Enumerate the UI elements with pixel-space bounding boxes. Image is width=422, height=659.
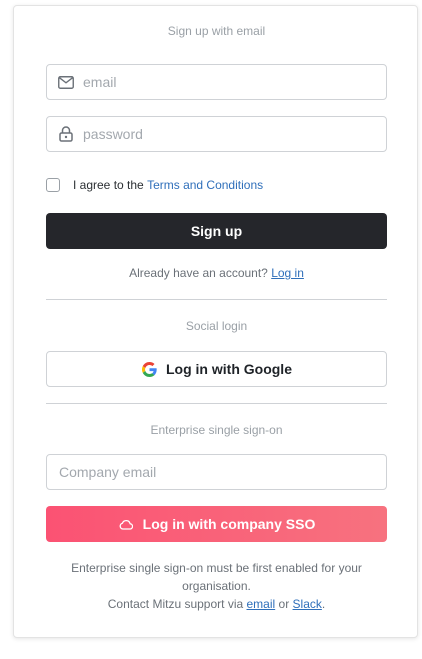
cloud-icon <box>118 516 134 532</box>
sso-login-button[interactable]: Log in with company SSO <box>46 506 387 542</box>
divider-2 <box>46 403 387 404</box>
company-email-input[interactable] <box>59 455 386 489</box>
password-input[interactable] <box>83 117 386 151</box>
email-field[interactable] <box>46 64 387 100</box>
email-input[interactable] <box>83 65 386 99</box>
contact-prefix: Contact Mitzu support via <box>107 597 247 611</box>
contact-or: or <box>275 597 293 611</box>
slack-support-link[interactable]: Slack <box>293 597 322 611</box>
password-field[interactable] <box>46 116 387 152</box>
terms-link[interactable]: Terms and Conditions <box>147 178 263 192</box>
terms-row: I agree to the Terms and Conditions <box>46 176 263 194</box>
signup-heading: Sign up with email <box>167 24 266 38</box>
google-button-label: Log in with Google <box>166 361 292 377</box>
already-text: Already have an account? <box>129 266 272 280</box>
already-have-account: Already have an account? Log in <box>46 266 387 280</box>
google-icon <box>141 361 157 377</box>
google-login-button[interactable]: Log in with Google <box>46 351 387 387</box>
sso-note: Enterprise single sign-on must be first … <box>54 559 379 613</box>
divider-1 <box>46 299 387 300</box>
email-support-link[interactable]: email <box>247 597 276 611</box>
company-email-field[interactable] <box>46 454 387 490</box>
terms-prefix: I agree to the <box>73 178 148 192</box>
signup-button[interactable]: Sign up <box>46 213 387 249</box>
sso-note-contact: Contact Mitzu support via email or Slack… <box>54 595 379 613</box>
mail-icon <box>57 73 75 91</box>
sso-button-label: Log in with company SSO <box>142 516 316 532</box>
contact-period: . <box>321 597 326 611</box>
terms-checkbox[interactable] <box>46 178 60 192</box>
enterprise-heading: Enterprise single sign-on <box>150 423 283 437</box>
signup-card: Sign up with email I agree to the Terms … <box>13 5 418 638</box>
sso-note-line1: Enterprise single sign-on must be first … <box>71 561 362 593</box>
social-heading: Social login <box>185 319 248 333</box>
lock-icon <box>57 125 75 143</box>
signup-button-label: Sign up <box>190 223 243 239</box>
login-link[interactable]: Log in <box>271 266 304 280</box>
